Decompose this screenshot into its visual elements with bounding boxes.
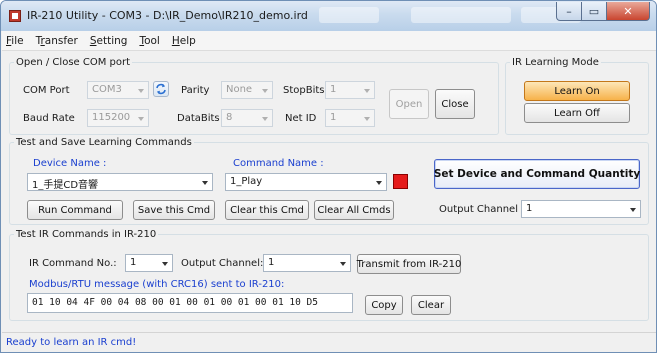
stopbits-select[interactable]: 1 — [325, 81, 375, 99]
background-tab-blur — [411, 7, 511, 23]
chevron-down-icon — [202, 181, 208, 185]
chevron-down-icon — [262, 117, 268, 121]
maximize-icon: ▭ — [588, 4, 600, 18]
chevron-down-icon — [630, 208, 636, 212]
window-title: IR-210 Utility - COM3 - D:\IR_Demo\IR210… — [27, 9, 308, 22]
minimize-button[interactable]: – — [556, 2, 582, 21]
open-port-button[interactable]: Open — [389, 89, 429, 119]
modbus-message-field[interactable]: 01 10 04 4F 00 04 08 00 01 00 01 00 01 0… — [27, 293, 353, 313]
close-port-button[interactable]: Close — [435, 89, 475, 119]
com-port-select[interactable]: COM3 — [87, 81, 149, 99]
learning-mode-legend: IR Learning Mode — [512, 57, 599, 68]
clear-button[interactable]: Clear — [411, 295, 451, 315]
clear-cmd-button[interactable]: Clear this Cmd — [225, 200, 309, 220]
transmit-button[interactable]: Transmit from IR-210 — [357, 254, 461, 274]
menu-file[interactable]: File — [6, 35, 24, 47]
menu-tool[interactable]: Tool — [139, 35, 159, 47]
ir-command-no-select[interactable]: 1 — [125, 254, 173, 272]
close-window-button[interactable]: ✕ — [607, 2, 650, 21]
test-ir-legend: Test IR Commands in IR-210 — [16, 229, 157, 240]
com-port-legend: Open / Close COM port — [16, 57, 131, 68]
test-output-channel-select[interactable]: 1 — [263, 254, 351, 272]
chevron-down-icon — [340, 262, 346, 266]
baud-rate-select[interactable]: 115200 — [87, 109, 149, 127]
parity-label: Parity — [181, 85, 210, 96]
command-name-select[interactable]: 1_Play — [225, 173, 387, 191]
menu-help[interactable]: Help — [172, 35, 196, 47]
menu-setting[interactable]: Setting — [90, 35, 128, 47]
baud-rate-label: Baud Rate — [23, 113, 75, 124]
parity-select[interactable]: None — [221, 81, 273, 99]
device-name-label: Device Name : — [33, 158, 107, 169]
refresh-ports-button[interactable] — [153, 81, 169, 97]
title-bar: IR-210 Utility - COM3 - D:\IR_Demo\IR210… — [1, 1, 656, 31]
background-tab-blur — [319, 7, 379, 23]
ir-command-no-label: IR Command No.: — [29, 258, 117, 269]
app-window: IR-210 Utility - COM3 - D:\IR_Demo\IR210… — [0, 0, 657, 353]
device-name-select[interactable]: 1_手提CD音響 — [27, 173, 213, 191]
test-output-channel-label: Output Channel: — [181, 258, 264, 269]
learn-on-button[interactable]: Learn On — [524, 81, 630, 101]
maximize-button[interactable]: ▭ — [582, 2, 607, 21]
modbus-label: Modbus/RTU message (with CRC16) sent to … — [29, 279, 285, 290]
menu-transfer[interactable]: Transfer — [36, 35, 78, 47]
run-command-button[interactable]: Run Command — [27, 200, 123, 220]
set-quantity-button[interactable]: Set Device and Command Quantity — [434, 159, 640, 189]
databits-label: DataBits — [177, 113, 220, 124]
stopbits-label: StopBits — [283, 85, 325, 96]
net-id-select[interactable]: 1 — [325, 109, 375, 127]
close-icon: ✕ — [623, 4, 633, 18]
databits-select[interactable]: 8 — [221, 109, 273, 127]
app-icon — [9, 10, 21, 22]
caption-buttons: – ▭ ✕ — [556, 2, 650, 22]
chevron-down-icon — [138, 89, 144, 93]
output-channel-select[interactable]: 1 — [521, 200, 641, 218]
chevron-down-icon — [262, 89, 268, 93]
net-id-label: Net ID — [285, 113, 317, 124]
com-port-label: COM Port — [23, 85, 70, 96]
test-save-legend: Test and Save Learning Commands — [16, 137, 192, 148]
chevron-down-icon — [364, 117, 370, 121]
status-bar: Ready to learn an IR cmd! — [2, 332, 656, 352]
save-cmd-button[interactable]: Save this Cmd — [133, 200, 215, 220]
copy-button[interactable]: Copy — [365, 295, 403, 315]
status-text: Ready to learn an IR cmd! — [6, 337, 137, 348]
chevron-down-icon — [364, 89, 370, 93]
status-indicator — [393, 174, 408, 189]
menu-bar: File Transfer Setting Tool Help — [2, 31, 656, 51]
clear-all-cmds-button[interactable]: Clear All Cmds — [314, 200, 394, 220]
chevron-down-icon — [376, 181, 382, 185]
chevron-down-icon — [138, 117, 144, 121]
minimize-icon: – — [566, 4, 572, 18]
refresh-icon — [156, 83, 166, 95]
command-name-label: Command Name : — [233, 158, 324, 169]
learn-off-button[interactable]: Learn Off — [524, 103, 630, 123]
chevron-down-icon — [162, 262, 168, 266]
output-channel-label: Output Channel : — [439, 204, 525, 215]
